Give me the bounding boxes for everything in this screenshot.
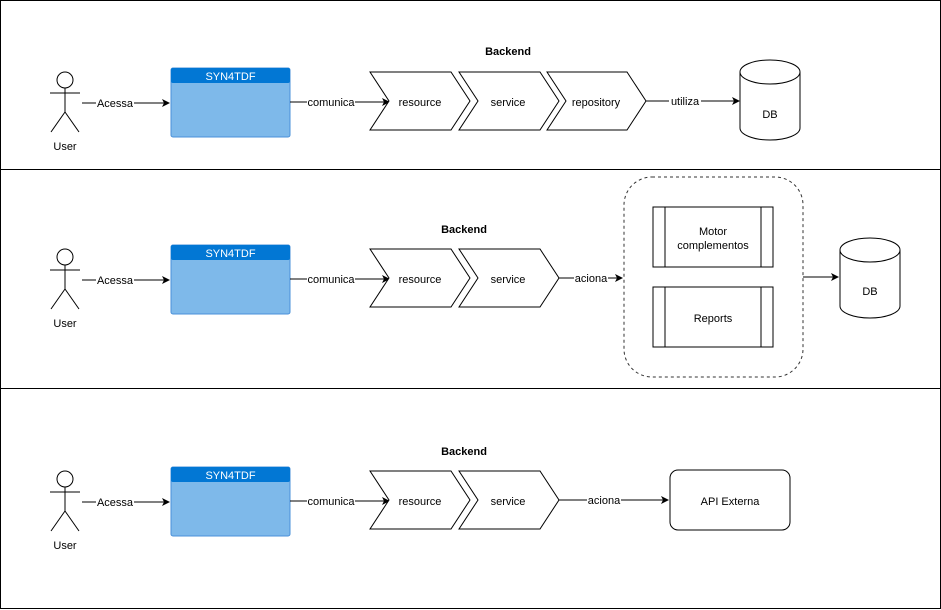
database-icon[interactable]: DB — [739, 59, 801, 141]
subprocess-motor-complementos[interactable]: Motor complementos — [652, 206, 774, 268]
step-service[interactable]: service — [458, 470, 560, 530]
step-label: resource — [399, 97, 442, 109]
edge-label-utiliza: utiliza — [671, 96, 700, 108]
step-resource[interactable]: resource — [369, 248, 471, 308]
lane-2: Backend User Acessa SYN4TDF comunica res… — [50, 176, 901, 378]
actor-label: User — [53, 318, 77, 330]
edge-label-comunica: comunica — [307, 274, 355, 286]
lane-title: Backend — [441, 224, 487, 236]
app-title: SYN4TDF — [205, 470, 255, 482]
external-api-label: API Externa — [701, 496, 761, 508]
app-container-syn4tdf[interactable]: SYN4TDF — [170, 67, 291, 138]
db-label: DB — [862, 286, 877, 298]
step-label: repository — [572, 97, 621, 109]
external-api-box[interactable]: API Externa — [669, 469, 791, 531]
user-actor-icon — [50, 470, 80, 532]
app-title: SYN4TDF — [205, 71, 255, 83]
app-container-syn4tdf[interactable]: SYN4TDF — [170, 466, 291, 537]
step-label: resource — [399, 496, 442, 508]
db-label: DB — [762, 109, 777, 121]
step-resource[interactable]: resource — [369, 470, 471, 530]
subprocess-label-line2: complementos — [677, 240, 749, 252]
edge-label-aciona: aciona — [588, 495, 621, 507]
lane-title: Backend — [441, 446, 487, 458]
lane-1: Backend User Acessa SYN4TDF comunica res… — [50, 46, 801, 153]
actor-label: User — [53, 141, 77, 153]
step-label: service — [491, 496, 526, 508]
step-resource[interactable]: resource — [369, 71, 471, 131]
subprocess-label: Reports — [694, 313, 733, 325]
step-label: resource — [399, 274, 442, 286]
edge-label-comunica: comunica — [307, 97, 355, 109]
edge-label-acessa: Acessa — [97, 275, 134, 287]
actor-label: User — [53, 540, 77, 552]
edge-label-aciona: aciona — [575, 273, 608, 285]
edge-label-acessa: Acessa — [97, 497, 134, 509]
lane-frame-3 — [0, 388, 941, 609]
subprocess-label-line1: Motor — [699, 226, 727, 238]
step-repository[interactable]: repository — [546, 71, 647, 131]
architecture-diagram: Backend User Acessa SYN4TDF comunica res… — [0, 0, 941, 609]
subprocess-reports[interactable]: Reports — [652, 286, 774, 348]
step-service[interactable]: service — [458, 248, 560, 308]
lane-frame-2 — [0, 169, 941, 389]
database-icon[interactable]: DB — [839, 237, 901, 319]
user-actor-icon — [50, 71, 80, 133]
app-container-syn4tdf[interactable]: SYN4TDF — [170, 244, 291, 315]
lane-title: Backend — [485, 46, 531, 58]
edge-label-acessa: Acessa — [97, 98, 134, 110]
step-label: service — [491, 274, 526, 286]
step-service[interactable]: service — [458, 71, 560, 131]
edge-label-comunica: comunica — [307, 496, 355, 508]
user-actor-icon — [50, 248, 80, 310]
step-label: service — [491, 97, 526, 109]
lane-3: Backend User Acessa SYN4TDF comunica res… — [50, 446, 791, 552]
app-title: SYN4TDF — [205, 248, 255, 260]
